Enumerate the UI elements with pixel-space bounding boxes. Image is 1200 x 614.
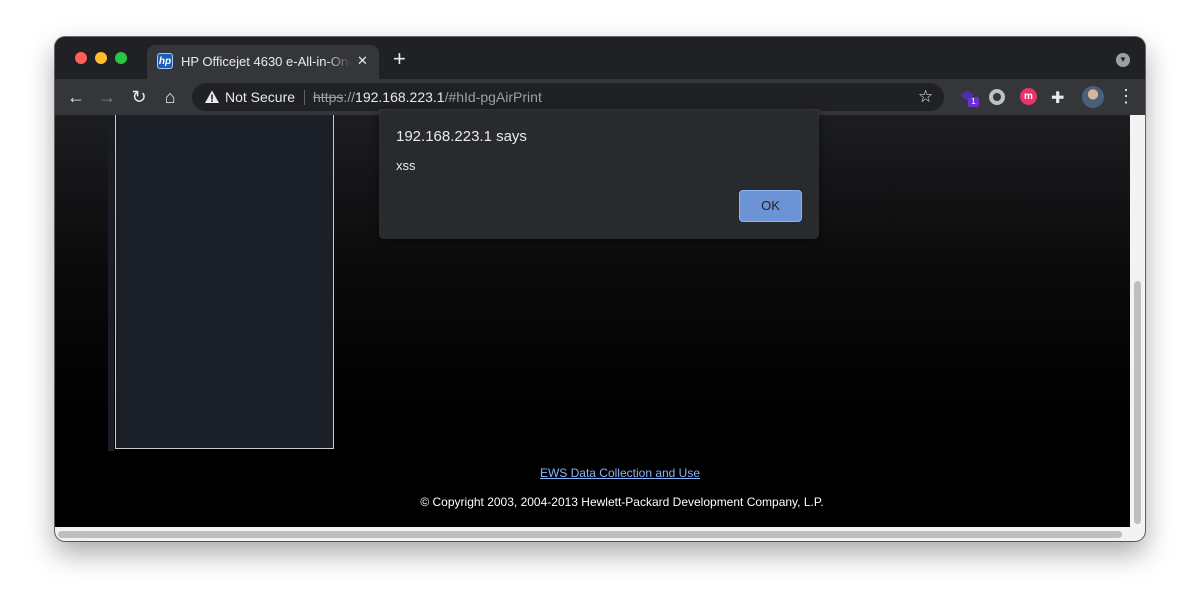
ews-data-collection-link[interactable]: EWS Data Collection and Use [55, 466, 1145, 480]
close-window-button[interactable] [75, 52, 87, 64]
tab-search-icon[interactable]: ▼ [1116, 53, 1130, 67]
copyright-text: © Copyright 2003, 2004-2013 Hewlett-Pack… [420, 495, 824, 509]
extension-m-icon[interactable]: m [1020, 88, 1037, 105]
horizontal-scroll-thumb[interactable] [58, 531, 1122, 538]
reload-button[interactable]: ↻ [128, 86, 150, 108]
url-text[interactable]: https://192.168.223.1/#hId-pgAirPrint [313, 89, 542, 105]
dialog-message: xss [396, 158, 416, 173]
url-path: /#hId-pgAirPrint [444, 89, 542, 105]
browser-menu-icon[interactable]: ⋮ [1117, 86, 1135, 107]
home-button[interactable]: ⌂ [159, 86, 181, 108]
horizontal-scrollbar[interactable] [55, 527, 1145, 541]
extension-badge: 1 [968, 97, 979, 107]
back-button[interactable]: ← [65, 86, 87, 108]
url-separator: :// [343, 89, 356, 105]
alert-dialog: 192.168.223.1 says xss OK [380, 110, 818, 238]
address-bar[interactable]: Not Secure https://192.168.223.1/#hId-pg… [192, 83, 944, 111]
forward-button[interactable]: → [96, 86, 118, 108]
extensions-puzzle-icon[interactable]: ✚ [1051, 88, 1069, 107]
bookmark-star-icon[interactable]: ☆ [918, 87, 933, 107]
vertical-scrollbar[interactable] [1130, 115, 1145, 527]
tab-hp-officejet[interactable]: hp HP Officejet 4630 e-All-in-One ✕ [147, 45, 379, 79]
extension-shield-icon[interactable]: 1 [958, 88, 979, 107]
profile-avatar[interactable] [1082, 86, 1104, 108]
security-status[interactable]: Not Secure [225, 89, 295, 105]
warning-icon [205, 90, 219, 103]
ok-button[interactable]: OK [739, 190, 802, 222]
vertical-scroll-thumb[interactable] [1134, 281, 1141, 524]
minimize-window-button[interactable] [95, 52, 107, 64]
dialog-title: 192.168.223.1 says [396, 128, 527, 145]
extension-circle-icon[interactable] [989, 89, 1005, 105]
browser-window: hp HP Officejet 4630 e-All-in-One ✕ + ▼ … [55, 37, 1145, 541]
omnibox-divider [304, 90, 305, 105]
tab-title: HP Officejet 4630 e-All-in-One [181, 54, 351, 69]
url-scheme: https [313, 89, 344, 105]
hp-logo-icon: hp [157, 53, 173, 69]
zoom-window-button[interactable] [115, 52, 127, 64]
url-host: 192.168.223.1 [355, 89, 445, 105]
left-border-strip [108, 115, 114, 451]
side-panel [115, 115, 334, 449]
new-tab-button[interactable]: + [393, 48, 406, 70]
close-tab-icon[interactable]: ✕ [357, 53, 368, 69]
tab-strip: hp HP Officejet 4630 e-All-in-One ✕ + ▼ [55, 37, 1145, 79]
